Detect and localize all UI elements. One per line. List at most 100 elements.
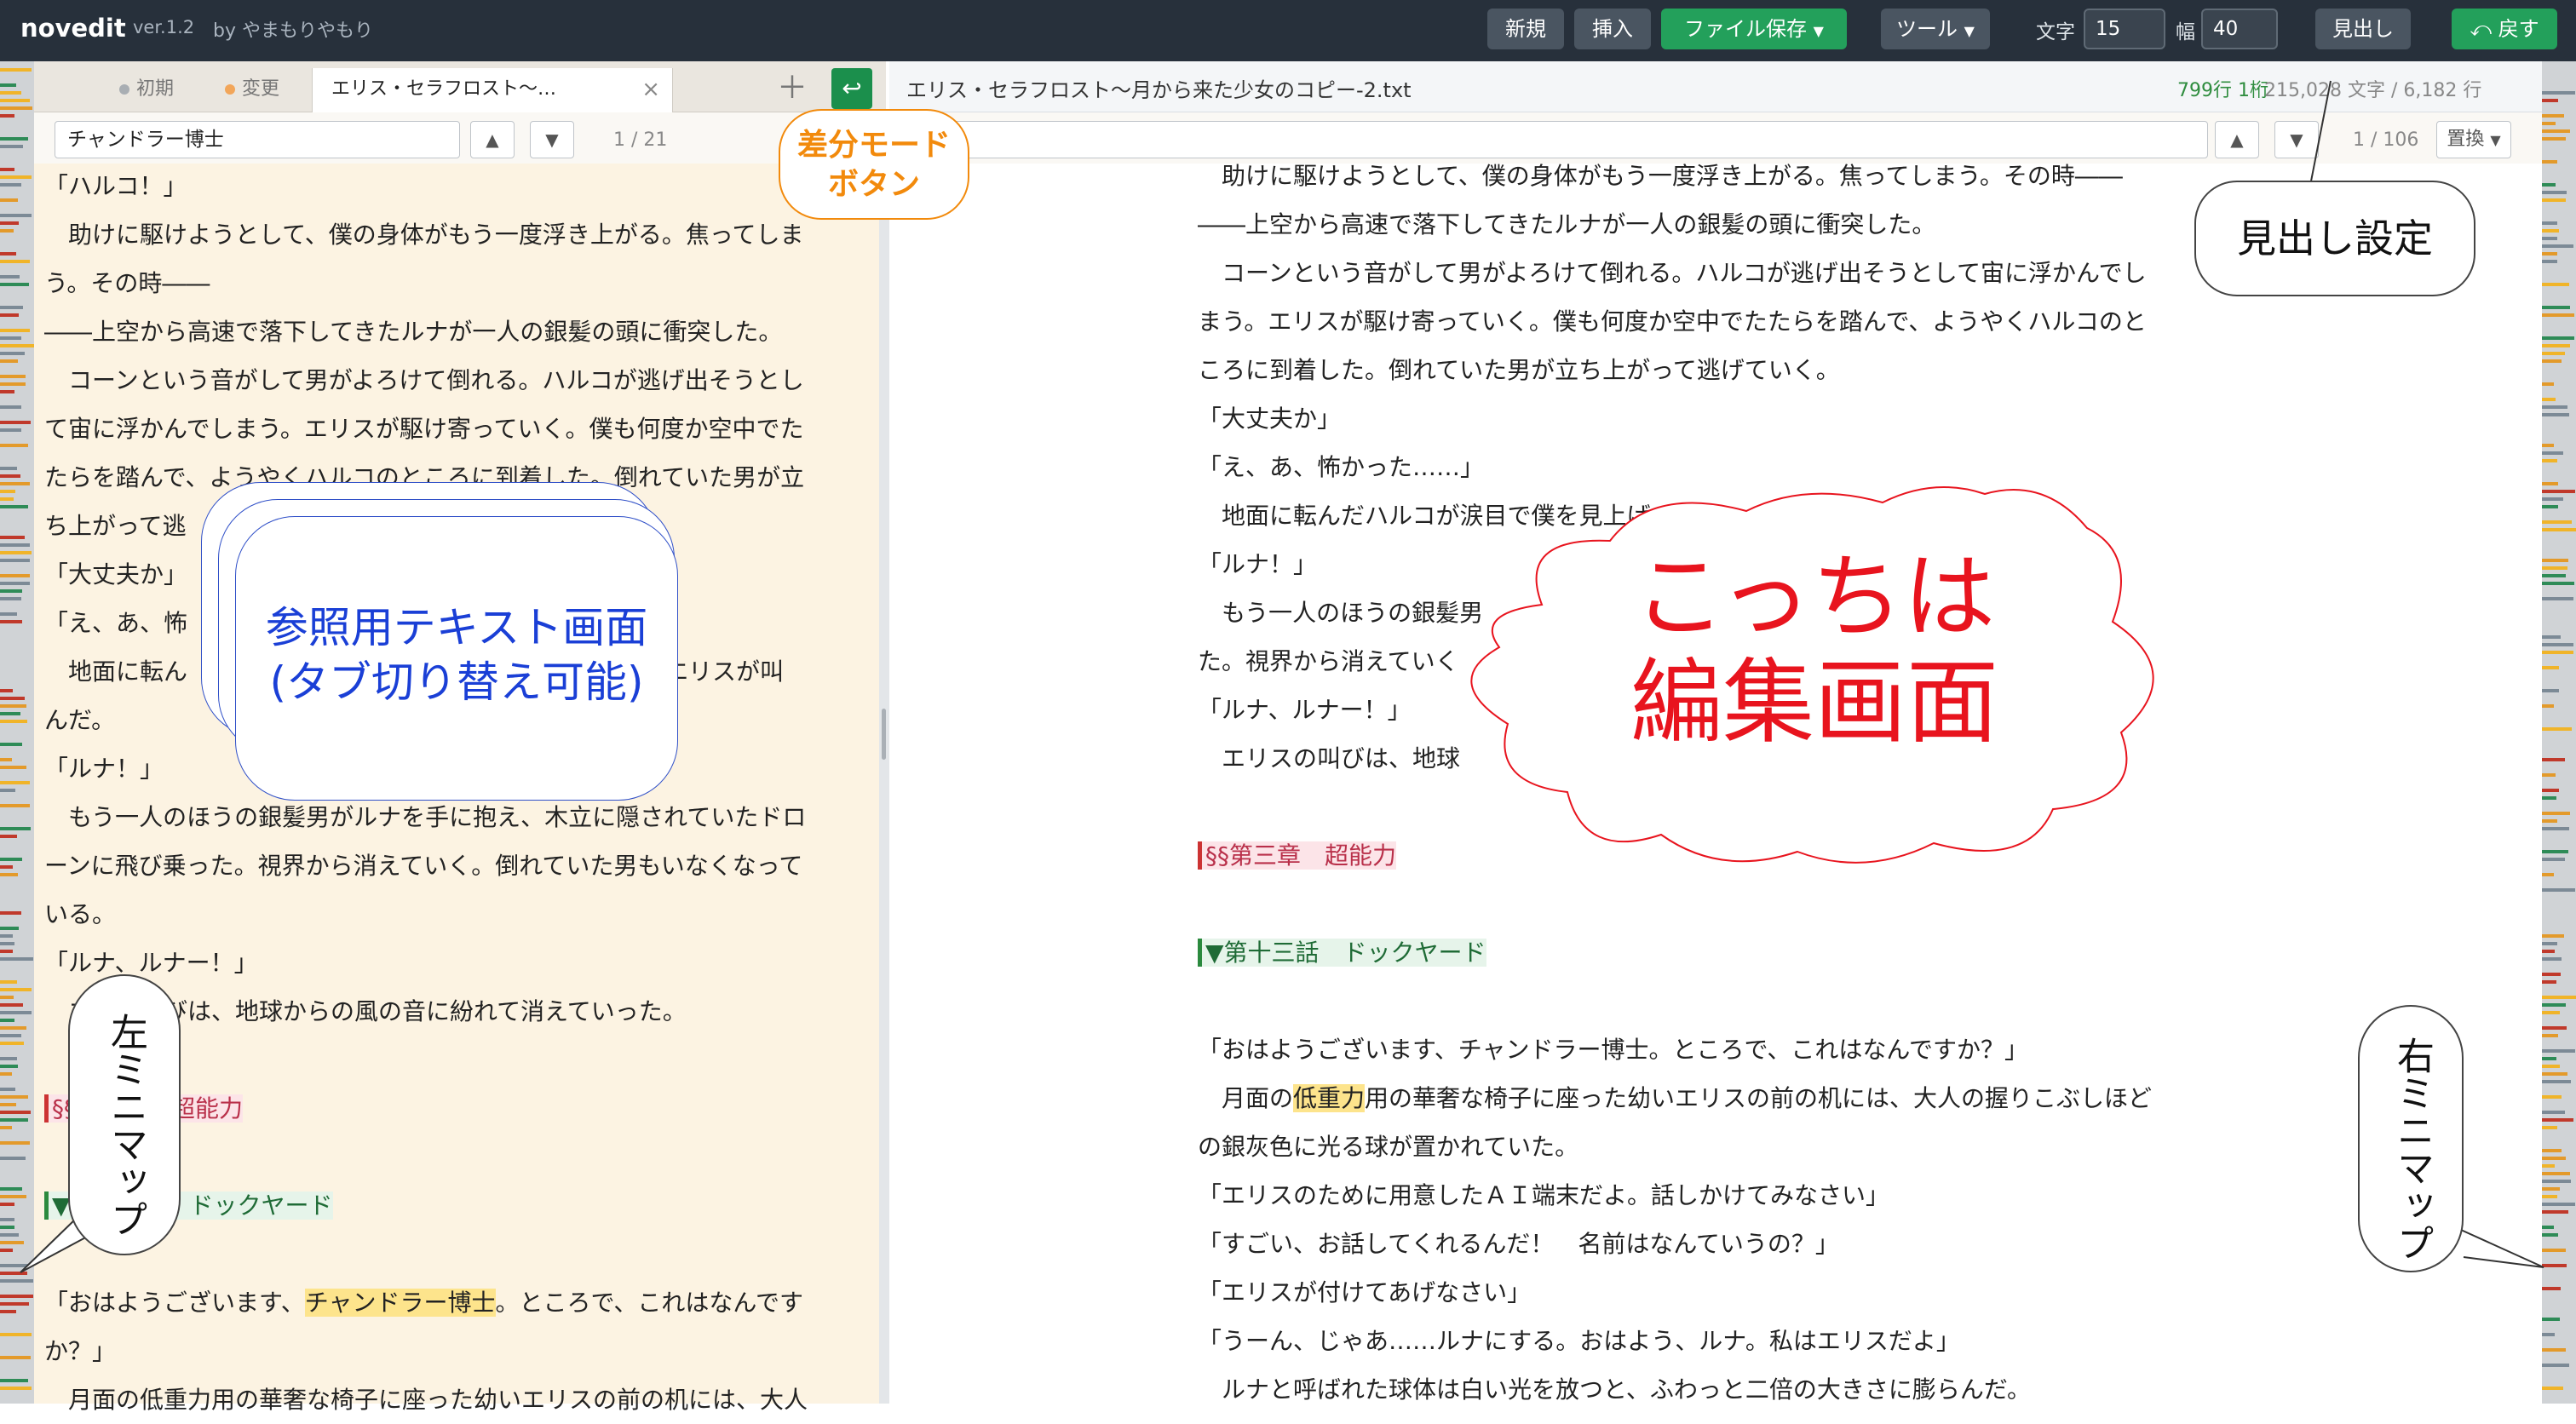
reference-line: 月面の低重力用の華奢な椅子に座った幼いエリスの前の机には、大人 [44,1375,862,1424]
minimap-marker [0,336,21,340]
minimap-marker [0,306,23,309]
reference-line: コーンという音がして男がよろけて倒れる。ハルコが逃げ出そうとし [44,356,862,405]
minimap-marker [0,474,20,478]
minimap-marker [0,1387,32,1390]
search-highlight: チャンドラー博士 [304,1289,496,1317]
search-prev-button[interactable]: ▲ [470,121,515,158]
minimap-marker [2542,1387,2563,1390]
minimap-marker [0,221,19,225]
editor-line[interactable]: 「大丈夫か」 [1198,394,2237,443]
editor-line[interactable]: 「すごい、お話してくれるんだ！ 名前はなんていうの？」 [1198,1220,2237,1268]
reference-line-text: んだ。 [44,706,116,734]
reference-line-text: ――上空から高速で落下してきたルナが一人の銀髪の頭に衝突した。 [44,318,783,346]
reference-line-text: か？」 [44,1337,117,1365]
minimap-marker [2542,942,2557,945]
minimap-marker [2542,934,2564,938]
minimap-marker [2542,651,2573,654]
reference-line: 「ハルコ！」 [44,162,862,210]
minimap-marker [0,582,30,585]
minimap-marker [0,1302,29,1306]
minimap-marker [0,781,30,784]
search-next-button[interactable]: ▼ [530,121,574,158]
minimap-marker [2542,336,2574,340]
minimap-marker [2542,796,2556,800]
minimap-marker [0,106,32,110]
editor-line-text: 「ルナ！」 [1198,550,1318,578]
undo-button[interactable]: ⤺ 戻す [2452,9,2557,49]
insert-button[interactable]: 挿入 [1574,9,1651,49]
minimap-marker [2542,344,2570,347]
width-input[interactable]: 40 [2201,9,2278,49]
editor-line[interactable]: 「おはようございます、チャンドラー博士。ところで、これはなんですか？」 [1198,1025,2237,1074]
reference-line-text: 「大丈夫か」 [44,560,188,589]
close-icon[interactable]: × [641,68,660,111]
save-file-button[interactable]: ファイル保存 ▼ [1661,9,1847,49]
minimap-marker [2542,559,2568,562]
minimap-marker [2542,444,2554,447]
diff-mode-button[interactable]: ↩ [831,68,872,109]
minimap-marker [0,620,22,623]
reference-line-text: う。その時―― [44,269,210,297]
minimap-marker [2542,198,2566,202]
editor-line-text: コーンという音がして男がよろけて倒れる。ハルコが逃げ出そうとして宙に浮かんでし [1198,259,2147,287]
tab-initial[interactable]: 初期 [101,68,206,112]
editor-line[interactable]: 助けに駆けようとして、僕の身体がもう一度浮き上がる。焦ってしまう。その時―― [1198,152,2237,200]
minimap-marker [0,934,13,938]
tab-dot-icon [225,84,235,95]
editor-line-text: 「うーん、じゃあ……ルナにする。おはよう、ルナ。私はエリスだよ」 [1198,1327,1960,1355]
tab-current-file[interactable]: エリス・セラフロスト〜… × [312,68,673,112]
file-title: エリス・セラフロスト〜月から来た少女のコピー-2.txt [906,78,1412,102]
editor-line[interactable] [1198,977,2237,1025]
heading-button[interactable]: 見出し [2315,9,2411,49]
minimap-marker [2542,689,2559,692]
minimap-marker [2542,1364,2569,1367]
editor-line[interactable]: ▼第十三話 ドックヤード [1198,928,2237,977]
editor-line[interactable]: ――上空から高速で落下してきたルナが一人の銀髪の頭に衝突した。 [1198,200,2237,249]
editor-line[interactable]: 「うーん、じゃあ……ルナにする。おはよう、ルナ。私はエリスだよ」 [1198,1317,2237,1365]
editor-line-text: §§第三章 超能力 [1198,841,1397,870]
reference-line-text: コーンという音がして男がよろけて倒れる。ハルコが逃げ出そうとし [44,366,804,394]
minimap-marker [2542,260,2557,263]
editor-line[interactable]: 「エリスのために用意したＡＩ端末だよ。話しかけてみなさい」 [1198,1171,2237,1220]
minimap-marker [2542,566,2567,570]
minimap-marker [2542,160,2557,164]
minimap-marker [0,865,13,869]
reference-search-input[interactable]: チャンドラー博士 [55,121,460,158]
minimap-marker [0,214,32,217]
minimap-marker [2542,858,2565,861]
minimap-marker [2542,704,2554,708]
tools-button[interactable]: ツール ▼ [1881,9,1990,49]
minimap-marker [2542,812,2570,815]
minimap-marker [2542,635,2561,639]
divider-handle[interactable] [882,709,886,760]
tab-changed[interactable]: 変更 [206,68,312,112]
editor-line[interactable]: コーンという音がして男がよろけて倒れる。ハルコが逃げ出そうとして宙に浮かんでし [1198,249,2237,297]
editor-line[interactable]: ルナと呼ばれた球体は白い光を放つと、ふわっと二倍の大きさに膨らんだ。 [1198,1365,2237,1414]
new-button[interactable]: 新規 [1487,9,1564,49]
chars-per-line-input[interactable]: 15 [2084,9,2165,49]
minimap-marker [0,957,33,961]
pane-divider[interactable] [879,112,889,1404]
editor-line[interactable]: 「エリスが付けてあげなさい」 [1198,1268,2237,1317]
editor-line[interactable]: ころに到着した。倒れていた男が立ち上がって逃げていく。 [1198,346,2237,394]
editor-line[interactable] [1198,880,2237,928]
minimap-marker [2542,451,2563,455]
minimap-marker [0,68,32,72]
reference-line-text: 「おはようございます、チャンドラー博士。ところで、これはなんです [44,1289,803,1317]
minimap-marker [2542,237,2557,240]
reference-line-text: 「え、あ、怖 [44,609,188,637]
minimap-marker [2542,1318,2560,1321]
editor-line[interactable]: まう。エリスが駆け寄っていく。僕も何度か空中でたたらを踏んで、ようやくハルコのと [1198,297,2237,346]
minimap-marker [0,114,14,118]
minimap-marker [2542,574,2566,577]
minimap-marker [0,482,30,485]
minimap-marker [0,950,13,953]
top-toolbar: novedit ver.1.2 by やまもりやもり 新規 挿入 ファイル保存 … [0,0,2576,61]
minimap-marker [2542,827,2569,830]
editor-line[interactable]: 月面の低重力用の華奢な椅子に座った幼いエリスの前の机には、大人の握りこぶしほど [1198,1074,2237,1123]
add-tab-button[interactable]: ＋ [772,68,813,109]
search-highlight: 低重力 [1293,1084,1366,1112]
editor-line[interactable]: の銀灰色に光る球が置かれていた。 [1198,1123,2237,1171]
minimap-marker [0,689,13,692]
minimap-marker [0,1310,16,1313]
